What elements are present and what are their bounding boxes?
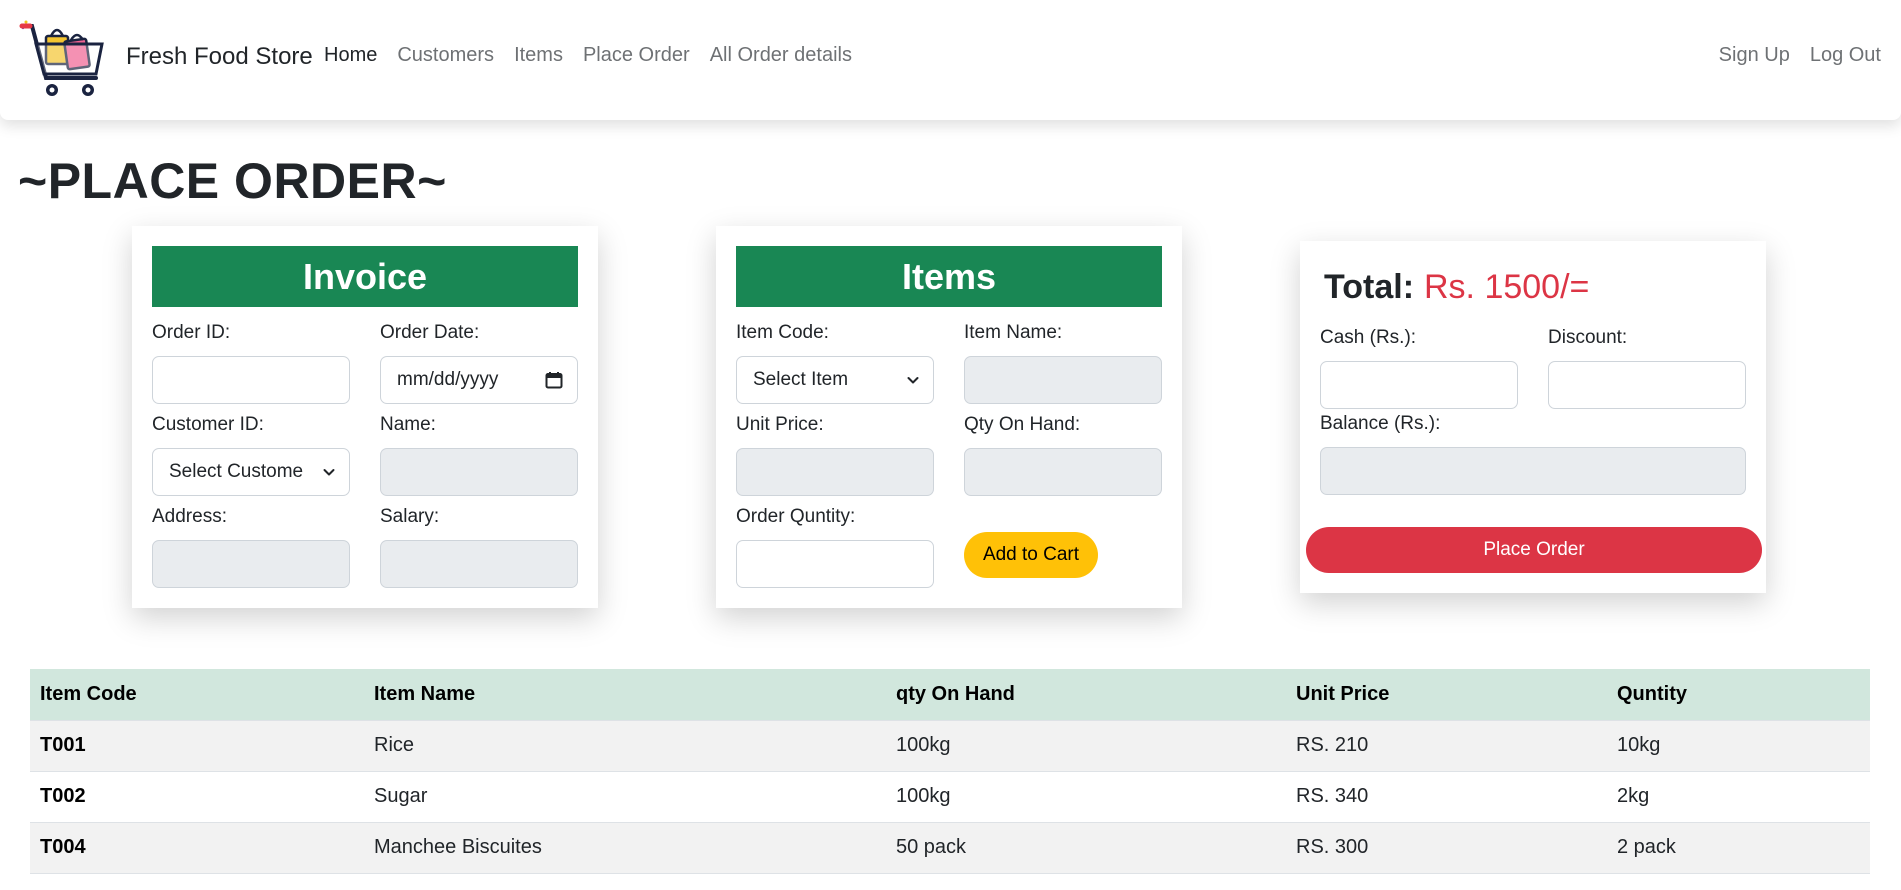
- customer-name-field: [380, 448, 578, 496]
- nav-link-place-order[interactable]: Place Order: [583, 44, 690, 67]
- cell-item-name: Manchee Biscuites: [364, 822, 886, 874]
- customer-salary-field: [380, 540, 578, 588]
- invoice-card: Invoice Order ID: Order Date: mm/dd/yyyy…: [132, 226, 598, 608]
- cell-item-name: Rice: [364, 720, 886, 772]
- nav-link-home[interactable]: Home: [324, 44, 377, 67]
- cell-quantity: 2kg: [1607, 771, 1870, 823]
- nav-links: Home Customers Items Place Order All Ord…: [324, 44, 852, 67]
- discount-label: Discount:: [1548, 327, 1628, 348]
- shopping-cart-logo-icon: [19, 20, 104, 96]
- qty-on-hand-field: [964, 448, 1162, 496]
- discount-input[interactable]: [1548, 361, 1746, 409]
- page-title: ~PLACE ORDER~: [18, 153, 447, 209]
- cell-qty-on-hand: 100kg: [886, 771, 1286, 823]
- column-header-qty-on-hand: qty On Hand: [886, 669, 1286, 721]
- nav-right-links: Sign Up Log Out: [1719, 44, 1881, 67]
- total-label: Total:: [1324, 268, 1415, 306]
- cell-item-name: Sugar: [364, 771, 886, 823]
- item-select-value: Select Item: [753, 369, 849, 390]
- cell-item-code: T001: [30, 720, 364, 772]
- brand-name[interactable]: Fresh Food Store: [126, 43, 313, 71]
- nav-link-sign-up[interactable]: Sign Up: [1719, 44, 1790, 67]
- column-header-quantity: Quntity: [1607, 669, 1870, 721]
- column-header-unit-price: Unit Price: [1286, 669, 1607, 721]
- items-header: Items: [736, 246, 1162, 307]
- item-name-label: Item Name:: [964, 322, 1063, 343]
- cell-qty-on-hand: 50 pack: [886, 822, 1286, 874]
- item-name-field: [964, 356, 1162, 404]
- nav-link-customers[interactable]: Customers: [397, 44, 494, 67]
- order-items-table: Item Code Item Name qty On Hand Unit Pri…: [30, 669, 1870, 874]
- cell-unit-price: RS. 300: [1286, 822, 1607, 874]
- customer-address-field: [152, 540, 350, 588]
- customer-select-value: Select Custome: [169, 461, 304, 482]
- cell-item-code: T004: [30, 822, 364, 874]
- nav-link-log-out[interactable]: Log Out: [1810, 44, 1881, 67]
- order-date-placeholder: mm/dd/yyyy: [397, 369, 499, 390]
- cell-quantity: 2 pack: [1607, 822, 1870, 874]
- item-code-select[interactable]: Select Item: [736, 356, 934, 404]
- chevron-down-icon: [907, 377, 919, 384]
- cell-item-code: T002: [30, 771, 364, 823]
- customer-id-label: Customer ID:: [152, 414, 264, 435]
- cell-quantity: 10kg: [1607, 720, 1870, 772]
- total-value: Rs. 1500/=: [1424, 268, 1590, 306]
- table-header-row: Item Code Item Name qty On Hand Unit Pri…: [30, 669, 1870, 721]
- order-quantity-label: Order Quntity:: [736, 506, 856, 527]
- order-summary-card: Total: Rs. 1500/= Cash (Rs.): Discount: …: [1300, 241, 1766, 593]
- invoice-header: Invoice: [152, 246, 578, 307]
- table-row[interactable]: T002 Sugar 100kg RS. 340 2kg: [30, 771, 1870, 823]
- customer-id-select[interactable]: Select Custome: [152, 448, 350, 496]
- cash-label: Cash (Rs.):: [1320, 327, 1417, 348]
- table-row[interactable]: T001 Rice 100kg RS. 210 10kg: [30, 720, 1870, 772]
- unit-price-label: Unit Price:: [736, 414, 824, 435]
- nav-link-items[interactable]: Items: [514, 44, 563, 67]
- item-code-label: Item Code:: [736, 322, 829, 343]
- navbar: Fresh Food Store Home Customers Items Pl…: [0, 0, 1901, 120]
- cell-qty-on-hand: 100kg: [886, 720, 1286, 772]
- brand[interactable]: Fresh Food Store: [18, 14, 313, 100]
- balance-field: [1320, 447, 1746, 495]
- salary-label: Salary:: [380, 506, 440, 527]
- nav-link-all-order-details[interactable]: All Order details: [710, 44, 852, 67]
- items-card: Items Item Code: Select Item Item Name: …: [716, 226, 1182, 608]
- calendar-icon[interactable]: [545, 371, 563, 389]
- order-quantity-input[interactable]: [736, 540, 934, 588]
- column-header-item-code: Item Code: [30, 669, 364, 721]
- order-date-input[interactable]: mm/dd/yyyy: [380, 356, 578, 404]
- cell-unit-price: RS. 210: [1286, 720, 1607, 772]
- place-order-button[interactable]: Place Order: [1306, 527, 1762, 573]
- balance-label: Balance (Rs.):: [1320, 413, 1441, 434]
- order-date-label: Order Date:: [380, 322, 480, 343]
- table-row[interactable]: T004 Manchee Biscuites 50 pack RS. 300 2…: [30, 822, 1870, 874]
- unit-price-field: [736, 448, 934, 496]
- order-id-label: Order ID:: [152, 322, 231, 343]
- cell-unit-price: RS. 340: [1286, 771, 1607, 823]
- address-label: Address:: [152, 506, 227, 527]
- add-to-cart-button[interactable]: Add to Cart: [964, 532, 1098, 578]
- name-label: Name:: [380, 414, 436, 435]
- column-header-item-name: Item Name: [364, 669, 886, 721]
- qty-on-hand-label: Qty On Hand:: [964, 414, 1081, 435]
- order-id-input[interactable]: [152, 356, 350, 404]
- chevron-down-icon: [323, 469, 335, 476]
- cash-input[interactable]: [1320, 361, 1518, 409]
